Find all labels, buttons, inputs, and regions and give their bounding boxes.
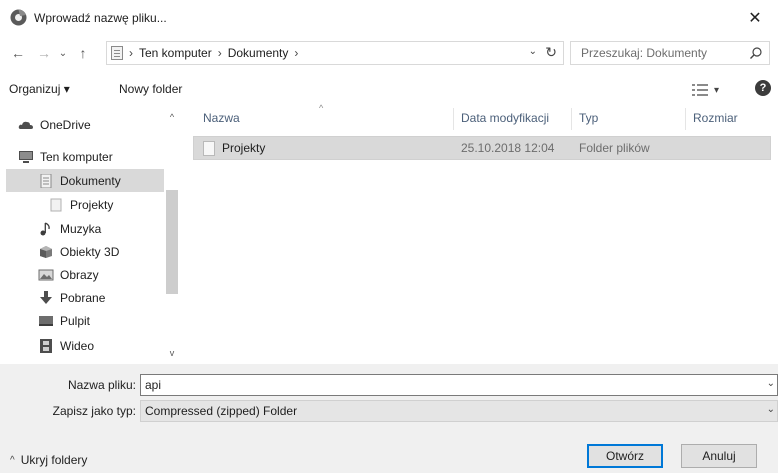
desktop-icon [39, 315, 53, 326]
refresh-icon[interactable]: ↻ [545, 44, 557, 61]
video-icon [40, 338, 52, 353]
breadcrumb-ten-komputer[interactable]: Ten komputer [139, 46, 212, 60]
title-bar: Wprowadź nazwę pliku... ✕ [0, 0, 778, 36]
back-button[interactable]: ← [9, 44, 27, 62]
help-icon: ? [759, 82, 767, 94]
sidebar-item-pobrane[interactable]: Pobrane [6, 286, 164, 309]
column-header-name[interactable]: Nazwa [203, 106, 240, 130]
address-dropdown-icon[interactable]: ⌄ [529, 46, 537, 57]
search-input[interactable] [581, 46, 741, 60]
column-header-size[interactable]: Rozmiar [693, 106, 738, 130]
app-icon [10, 9, 27, 26]
folder-icon [50, 198, 62, 211]
address-bar[interactable]: › Ten komputer › Dokumenty › ⌄ ↻ [106, 41, 564, 65]
sidebar-item-label: Ten komputer [40, 149, 113, 164]
column-header-type[interactable]: Typ [579, 106, 598, 130]
sort-ascending-icon: ^ [319, 103, 324, 113]
file-modified-date: 25.10.2018 12:04 [461, 141, 555, 155]
open-button[interactable]: Otwórz [587, 444, 663, 468]
hide-folders-button[interactable]: ^ Ukryj foldery [10, 453, 87, 467]
chevron-down-icon[interactable]: ⌄ [767, 404, 775, 415]
filename-input[interactable] [145, 378, 745, 392]
downloads-icon [40, 290, 52, 304]
music-icon [40, 221, 50, 235]
chevron-down-icon: ⌄ [58, 47, 68, 59]
open-button-label: Otwórz [605, 449, 644, 463]
chevron-down-icon[interactable]: ⌄ [767, 378, 775, 389]
breadcrumb-separator: › [217, 46, 222, 60]
sidebar-item-label: Pulpit [60, 313, 91, 328]
breadcrumb-separator[interactable]: › [294, 46, 298, 60]
cloud-icon [18, 121, 33, 129]
breadcrumb-dokumenty[interactable]: Dokumenty [228, 46, 289, 60]
sidebar-item-muzyka[interactable]: Muzyka [6, 217, 164, 240]
column-divider[interactable] [571, 108, 572, 130]
sidebar-item-label: Dokumenty [60, 173, 121, 188]
filetype-select[interactable]: Compressed (zipped) Folder ⌄ [140, 400, 778, 422]
filetype-value: Compressed (zipped) Folder [145, 404, 298, 418]
scroll-up-icon[interactable]: ^ [167, 112, 177, 122]
cancel-button[interactable]: Anuluj [681, 444, 757, 468]
command-bar: Organizuj ▾ Nowy folder ▾ ? [0, 76, 778, 104]
close-icon: ✕ [748, 10, 762, 27]
3d-objects-icon [40, 245, 52, 258]
breadcrumb-separator: › [129, 46, 133, 60]
column-header-date[interactable]: Data modyfikacji [461, 106, 549, 130]
close-button[interactable]: ✕ [732, 0, 778, 36]
sidebar-item-label: Projekty [70, 197, 114, 212]
pictures-icon [38, 269, 54, 280]
sidebar-item-onedrive[interactable]: OneDrive [6, 113, 164, 136]
search-icon[interactable] [749, 46, 763, 60]
view-details-icon [692, 84, 708, 96]
sidebar-item-label: Pobrane [60, 290, 106, 305]
sidebar-item-wideo[interactable]: Wideo [6, 334, 164, 357]
save-options-panel: Nazwa pliku: ⌄ Zapisz jako typ: Compress… [0, 364, 778, 473]
help-button[interactable]: ? [755, 80, 771, 96]
column-divider[interactable] [685, 108, 686, 130]
filename-label: Nazwa pliku: [67, 378, 136, 392]
scroll-down-icon[interactable]: v [167, 348, 177, 358]
forward-button[interactable]: → [35, 44, 53, 62]
sidebar-item-obiekty-3d[interactable]: Obiekty 3D [6, 240, 164, 263]
search-box[interactable] [570, 41, 770, 65]
sidebar-item-pulpit[interactable]: Pulpit [6, 309, 164, 332]
sidebar-item-label: OneDrive [40, 117, 91, 132]
navigation-pane: OneDrive Ten komputer Dokumenty Projekty… [0, 106, 180, 364]
navigation-bar: ← → ⌄ ↑ › Ten komputer › Dokumenty › ⌄ ↻ [0, 38, 778, 68]
file-name: Projekty [222, 141, 266, 155]
folder-icon [203, 141, 215, 156]
sidebar-item-dokumenty[interactable]: Dokumenty [6, 169, 164, 192]
sidebar-item-label: Wideo [60, 338, 95, 353]
cancel-button-label: Anuluj [702, 449, 736, 463]
sidebar-scrollbar[interactable]: ^ v [164, 106, 180, 364]
computer-icon [19, 150, 33, 163]
chevron-up-icon: ^ [10, 454, 15, 466]
sidebar-item-label: Muzyka [60, 221, 102, 236]
documents-icon [111, 46, 123, 60]
table-row[interactable]: Projekty 25.10.2018 12:04 Folder plików [193, 136, 771, 160]
up-button[interactable]: ↑ [74, 44, 92, 62]
documents-icon [40, 173, 52, 188]
back-arrow-icon: ← [11, 45, 25, 61]
forward-arrow-icon: → [37, 45, 51, 61]
file-type: Folder plików [579, 141, 650, 155]
chevron-down-icon: ▾ [714, 84, 720, 96]
sidebar-item-label: Obiekty 3D [60, 244, 120, 259]
sidebar-item-obrazy[interactable]: Obrazy [6, 263, 164, 286]
organize-menu-button[interactable]: Organizuj ▾ [9, 82, 70, 96]
sidebar-item-projekty[interactable]: Projekty [6, 193, 164, 216]
window-title: Wprowadź nazwę pliku... [34, 11, 167, 25]
filetype-label: Zapisz jako typ: [52, 404, 136, 418]
change-view-button[interactable]: ▾ [692, 81, 730, 99]
up-arrow-icon: ↑ [79, 45, 87, 61]
recent-locations-button[interactable]: ⌄ [57, 44, 69, 62]
sidebar-item-label: Obrazy [60, 267, 99, 282]
column-divider[interactable] [453, 108, 454, 130]
scrollbar-thumb[interactable] [166, 190, 178, 294]
sidebar-item-ten-komputer[interactable]: Ten komputer [6, 145, 164, 168]
new-folder-button[interactable]: Nowy folder [119, 82, 182, 96]
file-list: Nazwa ^ Data modyfikacji Typ Rozmiar Pro… [181, 103, 778, 364]
filename-combobox[interactable]: ⌄ [140, 374, 778, 396]
hide-folders-label: Ukryj foldery [20, 453, 88, 467]
